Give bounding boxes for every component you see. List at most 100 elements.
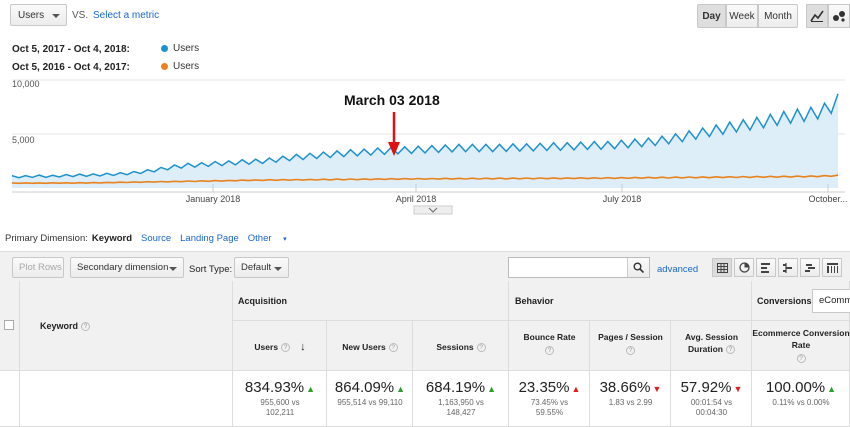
- performance-view-button[interactable]: [756, 258, 776, 277]
- bar-list-icon: [760, 262, 770, 273]
- series-dot-current: [161, 45, 168, 52]
- bounce-rate-compare-line2: 59.55%: [535, 408, 564, 417]
- help-icon[interactable]: ?: [388, 343, 398, 353]
- avg-session-duration-change-text: 57.92%: [680, 379, 732, 396]
- series-label-previous: Users: [173, 61, 200, 72]
- month-button[interactable]: Month: [758, 4, 798, 28]
- new-users-header-label: New Users?: [327, 341, 413, 353]
- term-cloud-view-button[interactable]: [800, 258, 820, 277]
- new-users-header-text: New Users: [342, 342, 386, 352]
- y-tick-10000: 10,000: [12, 79, 40, 89]
- pages-session-change-value: 38.66% ▼: [590, 379, 671, 396]
- trend-down-icon: ▼: [652, 384, 662, 394]
- bounce-rate-header-text: Bounce Rate: [523, 332, 576, 342]
- sort-descending-icon[interactable]: ↓: [300, 341, 306, 353]
- conversions-goal-select[interactable]: eComm: [812, 289, 850, 313]
- x-tick-label: January 2018: [186, 194, 241, 204]
- table-search-input[interactable]: [508, 257, 650, 278]
- dimension-source[interactable]: Source: [141, 233, 171, 244]
- help-icon[interactable]: ?: [81, 322, 91, 332]
- sessions-compare: 1,163,950 vs 148,427: [413, 398, 509, 418]
- x-tick-label: April 2018: [396, 194, 437, 204]
- chevron-down-icon: ▾: [283, 236, 287, 243]
- avg-session-duration-header-label: Avg. Session Duration?: [671, 331, 752, 355]
- day-button[interactable]: Day: [697, 4, 726, 28]
- report-table: Keyword? Acquisition Behavior Conversion…: [0, 281, 850, 427]
- trend-down-icon: ▲: [571, 384, 581, 394]
- ecommerce-conversion-rate-compare: 0.11% vs 0.00%: [752, 398, 850, 408]
- new-users-compare: 955,514 vs 99,110: [327, 398, 413, 408]
- trend-up-icon: ▲: [487, 384, 497, 394]
- pages-session-header-label: Pages / Session?: [590, 331, 671, 356]
- dimension-keyword[interactable]: Keyword: [92, 233, 132, 244]
- dimension-landing-page[interactable]: Landing Page: [180, 233, 239, 244]
- table-view-button[interactable]: [712, 258, 732, 277]
- help-icon[interactable]: ?: [281, 343, 291, 353]
- week-button[interactable]: Week: [726, 4, 758, 28]
- ecommerce-conversion-rate-compare-line1: 0.11% vs 0.00%: [772, 398, 830, 407]
- dimension-other[interactable]: Other ▾: [248, 233, 296, 244]
- help-icon[interactable]: ?: [476, 343, 486, 353]
- users-header-label: Users? ↓: [233, 341, 327, 353]
- pages-session-compare-line1: 1.83 vs 2.99: [608, 398, 653, 407]
- line-chart-button[interactable]: [806, 4, 828, 28]
- bounce-rate-compare: 73.45% vs 59.55%: [509, 398, 590, 418]
- new-users-change-value: 864.09% ▲: [327, 379, 413, 396]
- conversions-goal-value: eComm: [819, 295, 850, 306]
- search-icon: [633, 262, 644, 273]
- acquisition-label: Acquisition: [238, 296, 287, 306]
- ecommerce-conversion-rate-header-label: Ecommerce Conversion Rate?: [752, 327, 850, 364]
- users-compare-line1: 955,600 vs: [260, 398, 300, 407]
- new-users-change-text: 864.09%: [334, 379, 395, 396]
- users-change-value: 834.93% ▲: [233, 379, 327, 396]
- comparison-view-button[interactable]: [778, 258, 798, 277]
- help-icon[interactable]: ?: [796, 354, 806, 364]
- keyword-header-text: Keyword: [40, 321, 79, 331]
- ecommerce-conversion-rate-change-text: 100.00%: [765, 379, 826, 396]
- help-icon[interactable]: ?: [725, 345, 735, 355]
- users-compare-line2: 102,211: [265, 408, 295, 417]
- sessions-compare-line1: 1,163,950 vs: [438, 398, 484, 407]
- y-tick-5000: 5,000: [12, 135, 35, 145]
- sessions-change-value: 684.19% ▲: [413, 379, 509, 396]
- bounce-rate-compare-line1: 73.45% vs: [530, 398, 569, 407]
- pages-session-change-text: 38.66%: [599, 379, 651, 396]
- pages-session-header-text: Pages / Session: [598, 332, 663, 342]
- chevron-down-icon: [52, 14, 60, 18]
- motion-chart-icon: [833, 11, 845, 22]
- avg-session-duration-compare-line1: 00:01:54 vs: [690, 398, 733, 407]
- table-toolbar: Plot Rows Secondary dimension Sort Type:…: [0, 251, 850, 281]
- ecommerce-conversion-rate-change-value: 100.00% ▲: [752, 379, 850, 396]
- sort-type-label: Sort Type:: [189, 264, 233, 275]
- sessions-header-text: Sessions: [436, 342, 474, 352]
- motion-chart-button[interactable]: [828, 4, 850, 28]
- secondary-dimension-select[interactable]: Secondary dimension: [70, 257, 184, 278]
- users-change-text: 834.93%: [244, 379, 305, 396]
- sessions-header-label: Sessions?: [413, 341, 509, 353]
- bounce-rate-change-value: 23.35% ▲: [509, 379, 590, 396]
- pie-view-button[interactable]: [734, 258, 754, 277]
- advanced-filter-link[interactable]: advanced: [657, 264, 698, 275]
- chevron-down-icon: [169, 267, 177, 271]
- avg-session-duration-compare-line2: 00:04:30: [695, 408, 728, 417]
- behavior-label: Behavior: [515, 296, 554, 306]
- x-tick-label: October...: [808, 194, 847, 204]
- bounce-rate-change-text: 23.35%: [518, 379, 570, 396]
- search-button[interactable]: [627, 258, 649, 277]
- metric-select-value: Users: [18, 9, 45, 21]
- date-range-previous: Oct 5, 2016 - Oct 4, 2017:: [12, 62, 130, 73]
- new-users-compare-line1: 955,514 vs 99,110: [337, 398, 403, 407]
- pivot-view-button[interactable]: [822, 258, 842, 277]
- metric-select[interactable]: Users: [10, 4, 67, 26]
- plot-rows-button[interactable]: Plot Rows: [12, 257, 64, 278]
- help-icon[interactable]: ?: [545, 346, 554, 356]
- vs-label: VS.: [72, 10, 89, 21]
- sort-type-select[interactable]: Default: [234, 257, 289, 278]
- trend-up-icon: ▲: [396, 384, 406, 394]
- help-icon[interactable]: ?: [626, 346, 635, 356]
- select-all-checkbox[interactable]: [4, 320, 14, 330]
- select-metric-link[interactable]: Select a metric: [93, 10, 159, 21]
- users-header-text: Users: [254, 342, 279, 352]
- primary-dimension-label: Primary Dimension:: [5, 233, 88, 244]
- trend-down-icon: ▼: [733, 384, 743, 394]
